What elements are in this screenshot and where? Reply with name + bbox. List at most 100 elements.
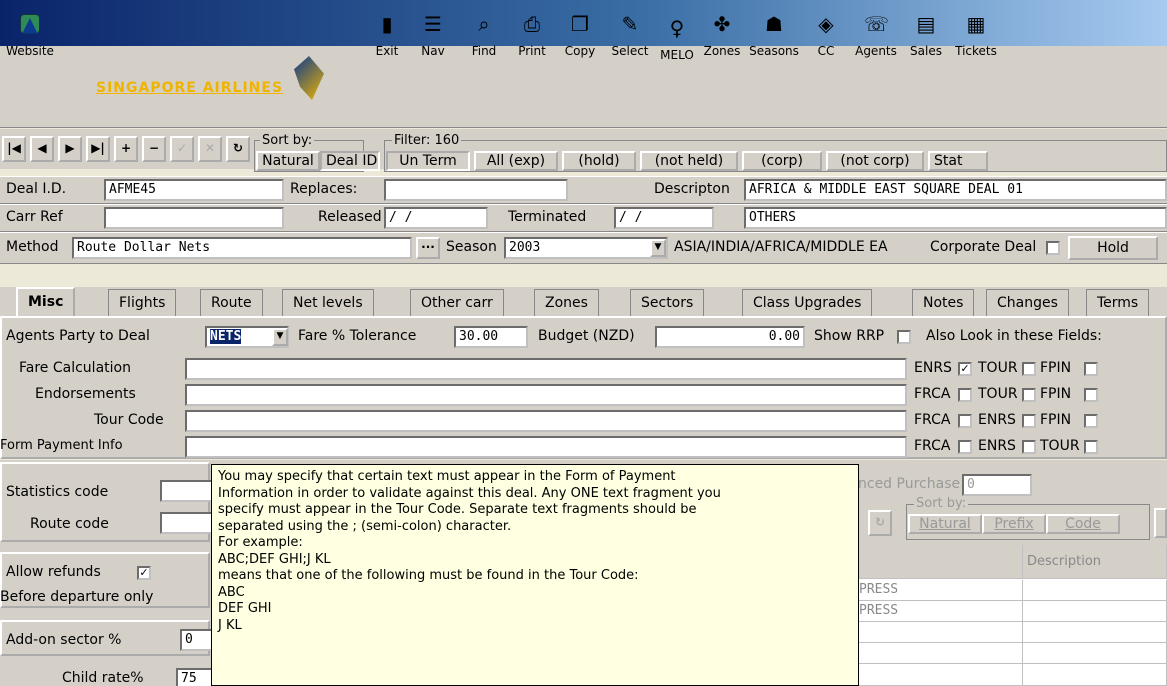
allow-refunds-checkbox[interactable]: ✓ — [137, 566, 151, 580]
endorse-tour-checkbox[interactable] — [1022, 388, 1036, 402]
cancel-x-icon[interactable]: ✕ — [198, 136, 222, 162]
grid-row[interactable] — [1023, 580, 1167, 601]
fpin-frca-checkbox[interactable] — [958, 440, 972, 454]
form-payment-info-field[interactable] — [185, 436, 907, 458]
tab-route[interactable]: Route — [200, 289, 263, 317]
filter-un-term-button[interactable]: Un Term — [386, 151, 470, 171]
delete-record-icon[interactable]: − — [142, 136, 166, 162]
tour-fpin-checkbox[interactable] — [1084, 414, 1098, 428]
grid-extra-button[interactable] — [1154, 508, 1167, 538]
fare-calculation-field[interactable] — [185, 358, 907, 380]
fare-calc-fpin-checkbox[interactable] — [1084, 362, 1098, 376]
route-code-field[interactable] — [160, 512, 216, 534]
filter-legend: Filter: 160 — [392, 133, 462, 148]
tooltip-line: ABC;DEF GHI;J KL — [218, 551, 331, 567]
fare-tolerance-label: Fare % Tolerance — [298, 328, 417, 344]
tab-sectors[interactable]: Sectors — [630, 289, 705, 317]
before-departure-label: Before departure only — [0, 589, 154, 605]
replaces-field[interactable] — [384, 179, 568, 201]
refresh-icon[interactable]: ↻ — [226, 136, 250, 162]
fare-calc-enrs-checkbox[interactable]: ✓ — [958, 362, 972, 376]
tour-frca-checkbox[interactable] — [958, 414, 972, 428]
also-look-label: Also Look in these Fields: — [926, 328, 1102, 344]
tab-flights[interactable]: Flights — [108, 289, 177, 317]
website-button[interactable]: ▲ Website — [0, 12, 60, 74]
filter-not-held-button[interactable]: (not held) — [640, 151, 738, 171]
grid-header-cell — [855, 545, 1023, 579]
grid-row[interactable] — [855, 664, 1023, 686]
method-lookup-button[interactable]: ··· — [416, 237, 440, 259]
deal-id-field[interactable]: AFME45 — [104, 179, 284, 201]
grid-row[interactable] — [1023, 664, 1167, 686]
grid-row[interactable] — [1023, 601, 1167, 622]
chevron-down-icon[interactable]: ▼ — [272, 328, 288, 346]
check-label: TOUR — [978, 386, 1018, 402]
tab-other-carr[interactable]: Other carr — [410, 289, 504, 317]
chevron-down-icon[interactable]: ▼ — [650, 239, 666, 257]
grid-sort-natural-button[interactable]: Natural — [908, 514, 982, 534]
last-record-icon[interactable]: ▶| — [86, 136, 110, 162]
filter-stat-button[interactable]: Stat — [928, 151, 988, 171]
carr-ref-field[interactable] — [104, 207, 284, 229]
tab-zones[interactable]: Zones — [534, 289, 599, 317]
season-select[interactable]: 2003 — [504, 237, 668, 259]
tour-code-field[interactable] — [185, 410, 907, 432]
deal-id-label: Deal I.D. — [6, 181, 67, 197]
endorsements-field[interactable] — [185, 384, 907, 406]
description-field[interactable]: AFRICA & MIDDLE EAST SQUARE DEAL 01 — [744, 179, 1167, 201]
tab-changes[interactable]: Changes — [986, 289, 1069, 317]
statistics-code-field[interactable] — [160, 480, 216, 502]
tickets-button[interactable]: ▦ Tickets — [946, 12, 1006, 74]
description-line2-field[interactable]: OTHERS — [744, 207, 1167, 229]
first-record-icon[interactable]: |◀ — [2, 136, 26, 162]
sort-natural-button[interactable]: Natural — [256, 151, 320, 171]
fpin-enrs-checkbox[interactable] — [1022, 440, 1036, 454]
corporate-deal-checkbox[interactable] — [1046, 241, 1060, 255]
filter-corp-button[interactable]: (corp) — [742, 151, 822, 171]
child-rate-field[interactable]: 75 — [176, 668, 216, 686]
grid-row[interactable] — [855, 643, 1023, 664]
grid-row[interactable] — [1023, 622, 1167, 643]
add-record-icon[interactable]: + — [114, 136, 138, 162]
grid-row[interactable] — [1023, 643, 1167, 664]
filter-not-corp-button[interactable]: (not corp) — [826, 151, 924, 171]
sort-deal-id-button[interactable]: Deal ID — [320, 151, 380, 171]
fpin-tour-checkbox[interactable] — [1084, 440, 1098, 454]
prev-record-icon[interactable]: ◀ — [30, 136, 54, 162]
refresh-icon[interactable]: ↻ — [868, 510, 892, 536]
grid-sort-prefix-button[interactable]: Prefix — [982, 514, 1046, 534]
check-label: TOUR — [1040, 438, 1080, 454]
tab-misc[interactable]: Misc — [16, 287, 76, 318]
grid-header-description[interactable]: Description — [1023, 545, 1167, 579]
tab-class-upgrades[interactable]: Class Upgrades — [742, 289, 873, 317]
tab-notes[interactable]: Notes — [912, 289, 975, 317]
filter-all-exp-button[interactable]: All (exp) — [474, 151, 558, 171]
released-field[interactable]: / / — [384, 207, 488, 229]
hold-button[interactable]: Hold — [1068, 236, 1158, 260]
addon-sector-label: Add-on sector % — [6, 632, 122, 648]
form-payment-info-label: Form Payment Info — [0, 438, 123, 453]
tab-terms[interactable]: Terms — [1086, 289, 1150, 317]
grid-row[interactable] — [855, 622, 1023, 643]
budget-field[interactable]: 0.00 — [655, 326, 805, 348]
next-record-icon[interactable]: ▶ — [58, 136, 82, 162]
endorse-frca-checkbox[interactable] — [958, 388, 972, 402]
grid-sort-legend: Sort by: — [914, 496, 969, 511]
show-rrp-checkbox[interactable] — [897, 330, 911, 344]
filter-hold-button[interactable]: (hold) — [562, 151, 636, 171]
fare-tolerance-field[interactable]: 30.00 — [454, 326, 528, 348]
advance-purchase-field[interactable]: 0 — [962, 474, 1032, 496]
grid-sort-code-button[interactable]: Code — [1046, 514, 1120, 534]
tooltip-line: Information in order to validate against… — [218, 485, 721, 501]
grid-row[interactable]: PRESS — [855, 601, 1023, 622]
tour-enrs-checkbox[interactable] — [1022, 414, 1036, 428]
endorse-fpin-checkbox[interactable] — [1084, 388, 1098, 402]
method-field[interactable]: Route Dollar Nets — [72, 237, 412, 259]
seasons-button[interactable]: ☗ Seasons — [744, 12, 804, 74]
grid-row[interactable]: PRESS — [855, 580, 1023, 601]
tab-net-levels[interactable]: Net levels — [282, 289, 374, 317]
terminated-field[interactable]: / / — [614, 207, 714, 229]
save-check-icon[interactable]: ✓ — [170, 136, 194, 162]
zones-button[interactable]: ✤ Zones — [692, 12, 752, 74]
fare-calc-tour-checkbox[interactable] — [1022, 362, 1036, 376]
